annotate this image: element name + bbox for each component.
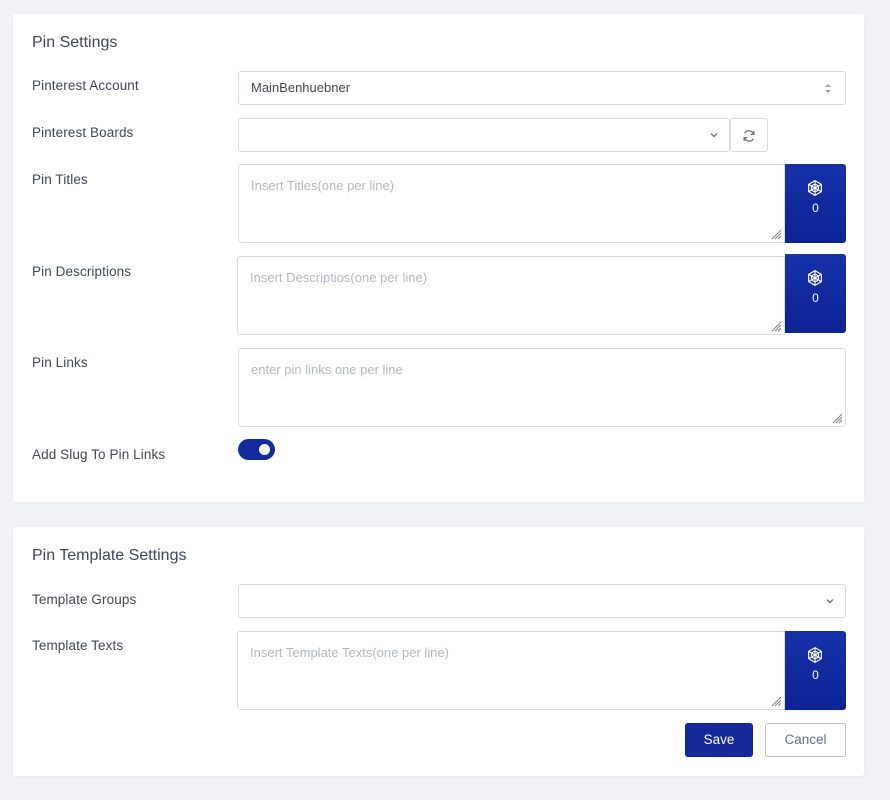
resize-grip-icon[interactable] <box>770 228 782 240</box>
openai-icon <box>808 647 822 663</box>
resize-grip-icon[interactable] <box>831 412 843 424</box>
ai-template-texts-count: 0 <box>812 668 819 682</box>
ai-titles-count: 0 <box>812 201 819 215</box>
openai-icon <box>808 180 822 196</box>
chevron-down-icon <box>826 599 834 604</box>
pin-titles-textarea[interactable] <box>238 164 785 243</box>
ai-generate-descriptions-button[interactable]: 0 <box>785 254 846 333</box>
pin-titles-label: Pin Titles <box>32 172 88 187</box>
openai-icon <box>808 270 822 286</box>
pinterest-boards-select[interactable] <box>238 118 730 152</box>
pin-template-settings-card: Pin Template Settings Template Groups Te… <box>13 527 864 776</box>
toggle-knob <box>259 444 270 455</box>
template-groups-label: Template Groups <box>32 592 137 607</box>
ai-generate-titles-button[interactable]: 0 <box>785 164 846 243</box>
chevron-down-icon <box>710 133 718 138</box>
pin-descriptions-label: Pin Descriptions <box>32 264 132 279</box>
pin-template-settings-title: Pin Template Settings <box>32 547 187 564</box>
pin-links-label: Pin Links <box>32 355 88 370</box>
template-texts-textarea[interactable] <box>237 631 785 710</box>
add-slug-label: Add Slug To Pin Links <box>32 447 166 462</box>
pin-descriptions-textarea[interactable] <box>237 256 785 335</box>
template-groups-select[interactable] <box>238 584 846 618</box>
pinterest-account-value: MainBenhuebner <box>251 80 351 95</box>
save-button[interactable]: Save <box>685 723 753 757</box>
refresh-boards-button[interactable] <box>730 118 768 152</box>
resize-grip-icon[interactable] <box>770 695 782 707</box>
add-slug-toggle[interactable] <box>238 439 275 460</box>
resize-grip-icon[interactable] <box>770 320 782 332</box>
pin-links-textarea[interactable] <box>238 348 846 427</box>
pin-settings-title: Pin Settings <box>32 34 118 51</box>
pinterest-boards-label: Pinterest Boards <box>32 125 134 140</box>
refresh-icon <box>743 130 755 142</box>
pinterest-account-label: Pinterest Account <box>32 78 139 93</box>
pin-settings-card: Pin Settings Pinterest Account MainBenhu… <box>13 14 864 502</box>
pinterest-account-select[interactable]: MainBenhuebner <box>238 71 846 105</box>
cancel-button[interactable]: Cancel <box>765 723 846 757</box>
ai-generate-template-texts-button[interactable]: 0 <box>785 631 846 710</box>
updown-arrows-icon <box>825 84 831 93</box>
template-texts-label: Template Texts <box>32 638 124 653</box>
ai-descriptions-count: 0 <box>812 291 819 305</box>
